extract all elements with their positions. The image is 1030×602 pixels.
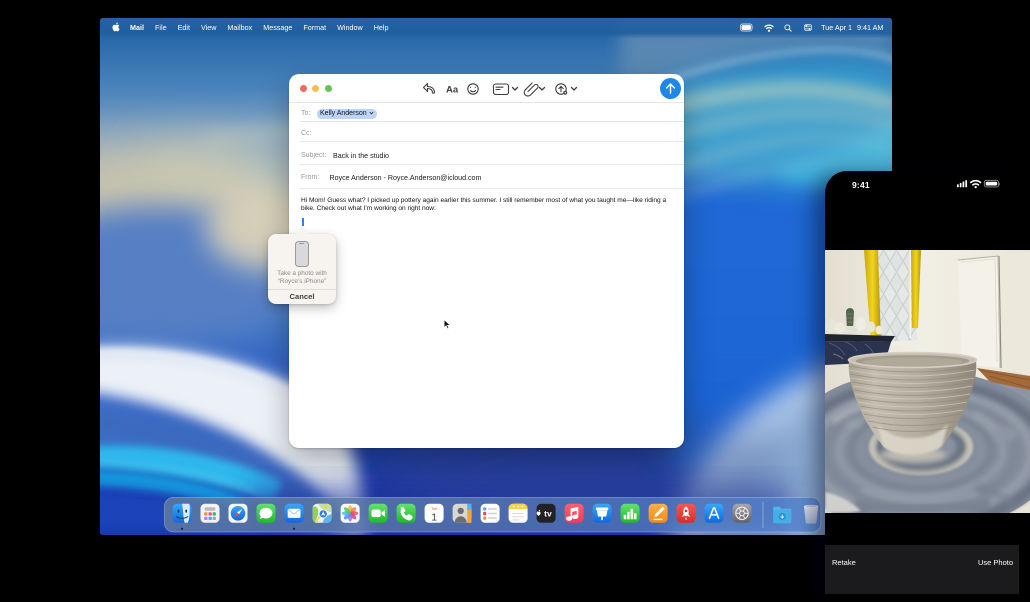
svg-text:tv: tv: [544, 508, 552, 518]
svg-text:1: 1: [431, 512, 437, 523]
svg-text:Aa: Aa: [446, 85, 459, 96]
svg-text:Tue: Tue: [431, 507, 437, 511]
